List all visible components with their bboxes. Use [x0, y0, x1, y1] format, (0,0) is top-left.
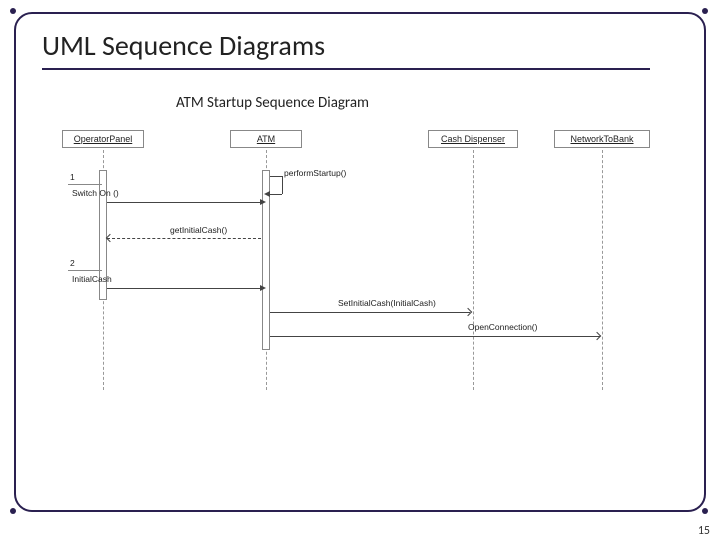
participant-label: OperatorPanel: [74, 134, 133, 144]
participant-cash-dispenser: Cash Dispenser: [428, 130, 518, 148]
lifeline: [602, 150, 603, 390]
participant-label: ATM: [257, 134, 275, 144]
message-label: SetInitialCash(InitialCash): [338, 298, 436, 308]
self-call-side: [282, 176, 283, 194]
page-number: 15: [698, 524, 710, 538]
message-arrow: [270, 312, 470, 313]
slide-title: UML Sequence Diagrams: [42, 28, 325, 63]
arrow-head-icon: [260, 199, 266, 205]
message-arrow: [107, 202, 261, 203]
message-label: Switch On (): [72, 188, 119, 198]
participant-operator-panel: OperatorPanel: [62, 130, 144, 148]
arrow-head-icon: [464, 308, 472, 316]
arrow-head-icon: [260, 285, 266, 291]
seq-separator: [68, 270, 102, 271]
return-arrow: [107, 238, 261, 239]
arrow-head-icon: [593, 332, 601, 340]
sequence-number: 1: [70, 172, 75, 182]
arrow-head-icon: [106, 234, 114, 242]
message-label: OpenConnection(): [468, 322, 537, 332]
lifeline: [473, 150, 474, 390]
sequence-diagram: OperatorPanel ATM Cash Dispenser Network…: [60, 130, 650, 440]
arrow-head-icon: [264, 191, 270, 197]
participant-network-to-bank: NetworkToBank: [554, 130, 650, 148]
sequence-number: 2: [70, 258, 75, 268]
message-label: getInitialCash(): [170, 225, 227, 235]
participant-label: Cash Dispenser: [441, 134, 505, 144]
message-arrow: [107, 288, 261, 289]
participant-atm: ATM: [230, 130, 302, 148]
message-label: InitialCash: [72, 274, 112, 284]
title-underline: [42, 68, 650, 70]
corner-dot: [702, 8, 708, 14]
corner-dot: [10, 8, 16, 14]
activation-bar: [262, 170, 270, 350]
slide-subtitle: ATM Startup Sequence Diagram: [176, 94, 369, 112]
self-call-top: [270, 176, 282, 177]
message-label: performStartup(): [284, 168, 346, 178]
participant-label: NetworkToBank: [570, 134, 633, 144]
self-call-bottom: [270, 194, 282, 195]
corner-dot: [702, 508, 708, 514]
seq-separator: [68, 184, 102, 185]
corner-dot: [10, 508, 16, 514]
message-arrow: [270, 336, 600, 337]
